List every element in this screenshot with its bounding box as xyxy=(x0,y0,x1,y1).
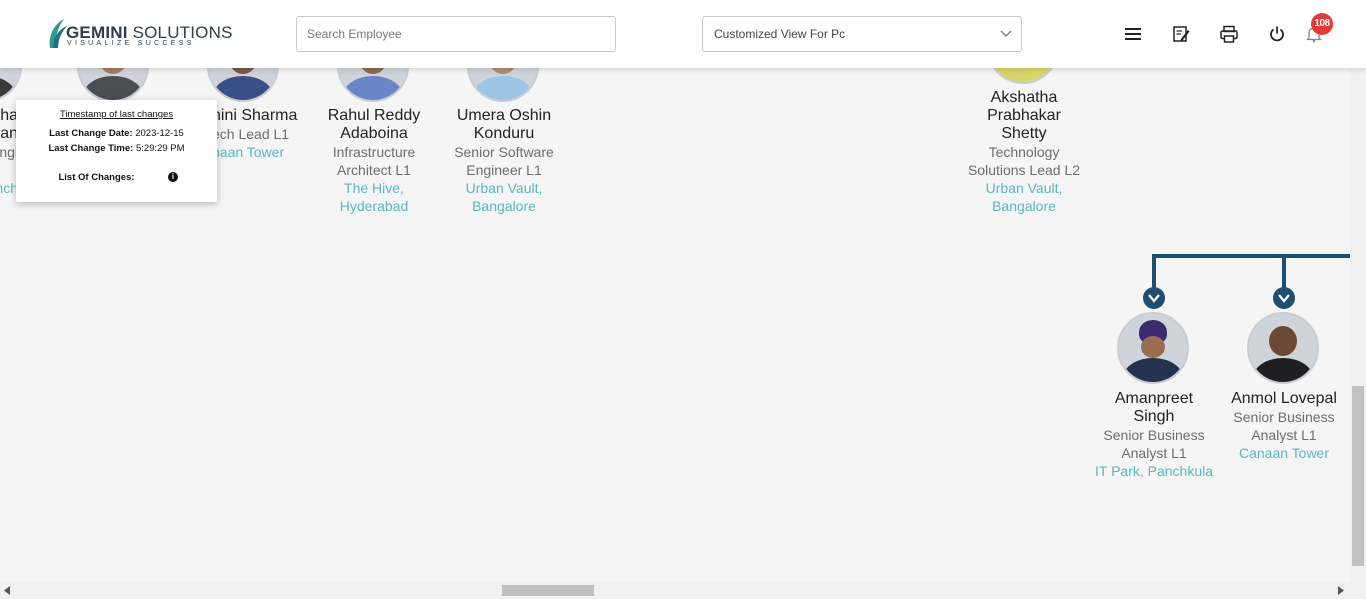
employee-avatar[interactable] xyxy=(77,68,149,102)
leaf-logo-icon xyxy=(49,19,67,48)
last-change-tooltip: Timestamp of last changes Last Change Da… xyxy=(16,100,217,202)
employee-title-line2: Solutions Lead L2 xyxy=(967,162,1081,178)
employee-name: Umera Oshin xyxy=(456,107,552,124)
vertical-scroll-thumb[interactable] xyxy=(1352,386,1364,566)
employee-title-line2: Analyst L1 xyxy=(1121,445,1187,461)
employee-avatar[interactable] xyxy=(0,68,22,102)
employee-card[interactable]: Akshatha Prabhakar Shetty Technology Sol… xyxy=(959,89,1089,215)
employee-title: ech Lead L1 xyxy=(212,126,290,142)
employee-name: Amanpreet xyxy=(1114,390,1194,407)
employee-name: nini Sharma xyxy=(212,107,298,124)
employee-location[interactable]: The Hive, xyxy=(314,179,434,197)
employee-avatar[interactable] xyxy=(987,68,1059,84)
horizontal-scroll-thumb[interactable] xyxy=(502,585,594,596)
search-employee-input[interactable] xyxy=(296,16,616,52)
employee-name-line2: Prabhakar xyxy=(987,107,1061,124)
connector-vertical xyxy=(1282,254,1286,290)
connector-vertical xyxy=(1152,254,1156,290)
employee-location[interactable]: Urban Vault, xyxy=(444,179,564,197)
employee-title-line2: Analyst L1 xyxy=(1251,427,1317,443)
employee-card[interactable]: Amanpreet Singh Senior Business Analyst … xyxy=(1089,390,1219,480)
tooltip-heading: Timestamp of last changes xyxy=(59,109,174,120)
logo-tagline: VISUALIZE SUCCESS xyxy=(67,40,195,47)
menu-icon[interactable] xyxy=(1124,25,1142,43)
info-icon[interactable]: i xyxy=(168,172,178,182)
employee-avatar[interactable] xyxy=(1247,312,1319,384)
expand-down-icon[interactable] xyxy=(1273,287,1295,309)
scrollbar-corner xyxy=(1350,582,1366,599)
employee-title: Technology xyxy=(988,144,1060,160)
employee-title-line2: Architect L1 xyxy=(337,162,411,178)
vertical-scrollbar[interactable] xyxy=(1350,68,1366,582)
top-header: GEMINI SOLUTIONS VISUALIZE SUCCESS Custo… xyxy=(0,0,1366,68)
employee-avatar[interactable] xyxy=(467,68,539,102)
employee-avatar[interactable] xyxy=(207,68,279,102)
employee-name-line2: Adaboina xyxy=(340,125,408,142)
notification-count-badge[interactable]: 108 xyxy=(1311,13,1333,35)
employee-location-line2[interactable]: Hyderabad xyxy=(314,197,434,215)
scroll-right-arrow-icon[interactable] xyxy=(1338,586,1344,595)
employee-name-line2: Konduru xyxy=(473,125,535,142)
connector-horizontal xyxy=(1152,254,1350,258)
print-icon[interactable] xyxy=(1220,25,1238,43)
employee-title-line2: Engineer L1 xyxy=(466,162,542,178)
employee-title: Senior Business xyxy=(1103,427,1205,443)
expand-down-icon[interactable] xyxy=(1143,287,1165,309)
employee-location[interactable]: naan Tower xyxy=(212,143,306,161)
edit-note-icon[interactable] xyxy=(1172,25,1190,43)
employee-name: Akshatha xyxy=(990,89,1058,106)
employee-card[interactable]: Rahul Reddy Adaboina Infrastructure Arch… xyxy=(314,107,434,215)
employee-title: Senior Business xyxy=(1233,409,1335,425)
view-select-dropdown[interactable]: Customized View For Pc xyxy=(702,16,1022,52)
horizontal-scrollbar[interactable] xyxy=(0,582,1350,599)
employee-card[interactable]: Anmol Lovepal Senior Business Analyst L1… xyxy=(1224,390,1344,462)
employee-avatar[interactable] xyxy=(337,68,409,102)
view-select-value: Customized View For Pc xyxy=(714,27,846,41)
company-logo[interactable]: GEMINI SOLUTIONS VISUALIZE SUCCESS xyxy=(46,18,232,52)
employee-name: Anmol Lovepal xyxy=(1231,390,1337,407)
last-change-time-row: Last Change Time: 5:29:29 PM xyxy=(48,143,185,154)
employee-location[interactable]: Canaan Tower xyxy=(1224,444,1344,462)
employee-name: Rahul Reddy xyxy=(327,107,421,124)
employee-name-line2: Singh xyxy=(1133,408,1175,425)
chevron-down-icon xyxy=(1000,30,1012,37)
employee-title: Infrastructure xyxy=(332,144,416,160)
employee-location[interactable]: IT Park, Panchkula xyxy=(1089,462,1219,480)
employee-name-line3: Shetty xyxy=(1001,125,1047,142)
employee-avatar[interactable] xyxy=(1117,312,1189,384)
employee-title: Senior Software xyxy=(454,144,554,160)
employee-location-line2[interactable]: Bangalore xyxy=(444,197,564,215)
employee-location-line2[interactable]: Bangalore xyxy=(959,197,1089,215)
scroll-left-arrow-icon[interactable] xyxy=(4,586,10,595)
employee-location[interactable]: Urban Vault, xyxy=(959,179,1089,197)
last-change-date-row: Last Change Date: 2023-12-15 xyxy=(49,128,184,139)
power-icon[interactable] xyxy=(1268,25,1286,43)
employee-card[interactable]: Umera Oshin Konduru Senior Software Engi… xyxy=(444,107,564,215)
